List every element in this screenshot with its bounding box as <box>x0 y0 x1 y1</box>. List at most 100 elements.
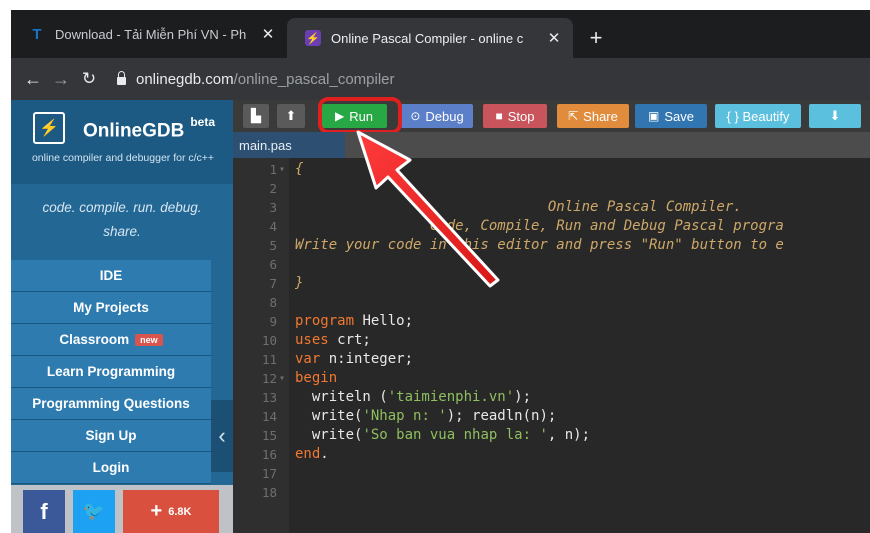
upload-icon[interactable]: ⬆ <box>277 104 305 128</box>
sidebar-item-learn-programming[interactable]: Learn Programming <box>11 356 211 388</box>
keyword: uses <box>295 332 329 348</box>
code-line: } <box>295 275 304 291</box>
sidebar-item-programming-questions[interactable]: Programming Questions <box>11 388 211 420</box>
collapse-sidebar-button[interactable]: ‹ <box>211 400 233 472</box>
line-number: 5 <box>269 238 277 253</box>
sidebar-item-login[interactable]: Login <box>11 452 211 484</box>
debug-icon: ⊙ <box>410 109 421 123</box>
line-number: 2 <box>269 181 277 196</box>
close-tab-icon[interactable]: ✕ <box>257 25 279 43</box>
code-text: , n); <box>547 427 591 443</box>
code-text: crt; <box>328 332 371 348</box>
new-badge: new <box>135 333 163 346</box>
code-text: n:integer; <box>320 351 414 367</box>
line-number: 18 <box>261 485 277 500</box>
twitter-icon[interactable]: 🐦 <box>73 490 115 533</box>
beautify-button[interactable]: { } Beautify <box>715 104 801 128</box>
code-line: var n:integer; <box>295 351 413 367</box>
facebook-icon[interactable]: f <box>23 490 65 533</box>
brand-subtitle: online compiler and debugger for c/c++ <box>31 152 215 164</box>
file-tab-main[interactable]: main.pas <box>233 132 345 158</box>
file-tabs: main.pas <box>233 132 870 158</box>
share-icon: ⇱ <box>568 109 579 123</box>
line-number: 15 <box>261 428 277 443</box>
lock-icon[interactable] <box>117 71 126 85</box>
reload-icon[interactable]: ↻ <box>75 69 103 89</box>
save-label: Save <box>664 108 694 124</box>
code-line: write('Nhap n: '); readln(n); <box>295 408 556 424</box>
tab-title: Online Pascal Compiler - online c <box>331 30 524 46</box>
new-file-icon[interactable]: ▙ <box>243 104 269 128</box>
sidebar-item-classroom[interactable]: Classroom new <box>11 324 211 356</box>
code-text: ); readln(n); <box>446 408 557 424</box>
code-text: . <box>320 446 329 462</box>
browser-tab-bar: T Download - Tải Miễn Phí VN - Ph ✕ ⚡ On… <box>11 10 870 58</box>
code-line: { <box>295 161 304 177</box>
code-line: Write your code in this editor and press… <box>295 237 784 253</box>
line-number: 13 <box>261 390 277 405</box>
plus-icon: + <box>150 500 163 522</box>
share-button[interactable]: ⇱ Share <box>557 104 629 128</box>
save-icon: ▣ <box>648 109 660 123</box>
code-line: uses crt; <box>295 332 371 348</box>
line-number: 10 <box>261 333 277 348</box>
browser-tab-download[interactable]: T Download - Tải Miễn Phí VN - Ph ✕ <box>11 10 287 58</box>
code-text: write( <box>295 408 363 424</box>
save-button[interactable]: ▣ Save <box>635 104 707 128</box>
code-line: Code, Compile, Run and Debug Pascal prog… <box>295 218 784 234</box>
line-number: 7 <box>269 276 277 291</box>
url-field[interactable]: onlinegdb.com/online_pascal_compiler <box>136 71 395 88</box>
keyword: program <box>295 313 355 329</box>
line-number: 12 <box>261 371 277 386</box>
share-plus-button[interactable]: +6.8K <box>123 490 219 533</box>
menu-label: Learn Programming <box>46 364 176 379</box>
code-text: writeln ( <box>295 389 388 405</box>
menu-label: Sign Up <box>85 428 137 443</box>
code-line: write('So ban vua nhap la: ', n); <box>295 427 590 443</box>
menu-label: Login <box>92 460 130 475</box>
debug-button[interactable]: ⊙ Debug <box>401 104 473 128</box>
line-number: 8 <box>269 295 277 310</box>
string-literal: 'So ban vua nhap la: ' <box>362 427 548 443</box>
menu-label: Programming Questions <box>32 396 190 411</box>
code-editor[interactable]: 1 ▾ 2 3 4 5 6 7 8 9 10 11 12 ▾ 13 14 15 … <box>233 158 870 533</box>
line-number: 17 <box>261 466 277 481</box>
code-line: begin <box>295 370 337 386</box>
line-number: 11 <box>261 352 277 367</box>
sidebar-item-my-projects[interactable]: My Projects <box>11 292 211 324</box>
back-icon[interactable]: ← <box>19 69 47 90</box>
code-line: program Hello; <box>295 313 413 329</box>
line-number: 3 <box>269 200 277 215</box>
string-literal: 'Nhap n: ' <box>362 408 447 424</box>
slogan: code. compile. run. debug. share. <box>11 196 233 244</box>
download-icon[interactable]: ⬇ <box>809 104 861 128</box>
tab-title: Download - Tải Miễn Phí VN - Ph <box>55 26 247 42</box>
slogan-line-1: code. compile. run. debug. <box>42 200 202 215</box>
social-share-row: f 🐦 +6.8K <box>11 485 233 533</box>
taimienphi-favicon-icon: T <box>32 25 42 43</box>
code-text: ); <box>514 389 532 405</box>
close-tab-icon[interactable]: ✕ <box>543 29 565 47</box>
run-highlight-box <box>318 97 402 134</box>
stop-icon: ■ <box>495 109 503 123</box>
fold-icon[interactable]: ▾ <box>279 373 285 384</box>
sidebar-item-ide[interactable]: IDE <box>11 260 211 292</box>
code-line: end. <box>295 446 329 462</box>
forward-icon[interactable]: → <box>47 69 75 90</box>
line-gutter: 1 ▾ 2 3 4 5 6 7 8 9 10 11 12 ▾ 13 14 15 … <box>233 158 289 533</box>
line-number: 1 <box>269 162 277 177</box>
keyword: end <box>295 446 321 462</box>
browser-tab-pascal[interactable]: ⚡ Online Pascal Compiler - online c ✕ <box>287 18 573 58</box>
brand-header[interactable]: ⚡ OnlineGDB beta online compiler and debu… <box>11 100 233 184</box>
stop-button[interactable]: ■ Stop <box>483 104 547 128</box>
brand-title: OnlineGDB <box>83 120 185 142</box>
menu-label: My Projects <box>73 300 149 315</box>
code-text: Hello; <box>354 313 414 329</box>
fold-icon[interactable]: ▾ <box>279 164 285 175</box>
string-literal: 'taimienphi.vn' <box>387 389 515 405</box>
url-host: onlinegdb.com <box>136 70 234 88</box>
sidebar-item-sign-up[interactable]: Sign Up <box>11 420 211 452</box>
onlinegdb-logo-icon: ⚡ <box>33 112 65 144</box>
line-number: 6 <box>269 257 277 272</box>
new-tab-button[interactable]: + <box>581 18 611 58</box>
